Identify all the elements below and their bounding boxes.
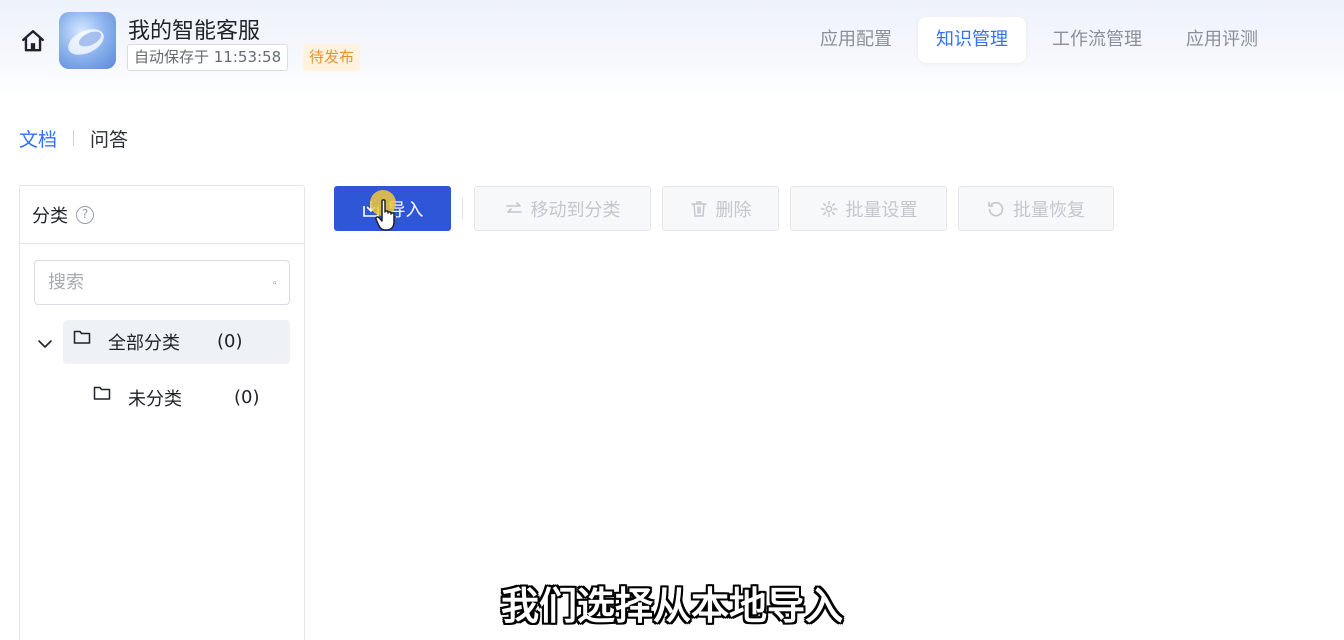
help-icon[interactable]: ? <box>76 205 94 224</box>
home-button[interactable] <box>20 28 46 54</box>
tab-workflow-management[interactable]: 工作流管理 <box>1034 17 1160 63</box>
toolbar-divider <box>462 197 463 220</box>
app-logo <box>59 12 116 69</box>
tree-item-uncategorized[interactable]: 未分类 (0) <box>83 376 290 420</box>
status-badge: 待发布 <box>303 44 361 71</box>
tab-knowledge-management[interactable]: 知识管理 <box>918 17 1026 63</box>
tree-item-count: (0) <box>217 331 243 352</box>
tab-app-evaluation[interactable]: 应用评测 <box>1168 17 1276 63</box>
tree-item-all-categories[interactable]: 全部分类 (0) <box>63 320 290 364</box>
move-to-category-button[interactable]: 移动到分类 <box>474 186 651 231</box>
batch-settings-button[interactable]: 批量设置 <box>790 186 947 231</box>
subtab-documents[interactable]: 文档 <box>19 125 57 152</box>
knowledge-subtabs: 文档 问答 <box>19 124 128 152</box>
autosave-status: 自动保存于 11:53:58 <box>127 44 289 71</box>
import-button[interactable]: 导入 <box>334 186 451 231</box>
category-panel-title: 分类 <box>32 205 68 227</box>
batch-settings-label: 批量设置 <box>845 199 918 221</box>
delete-button[interactable]: 删除 <box>662 186 779 231</box>
gear-icon <box>820 200 837 217</box>
folder-icon <box>73 330 91 344</box>
batch-restore-button[interactable]: 批量恢复 <box>958 186 1114 231</box>
move-to-category-label: 移动到分类 <box>530 199 621 221</box>
import-button-label: 导入 <box>387 199 424 221</box>
subtab-divider <box>73 130 75 146</box>
category-search-input[interactable] <box>35 272 273 293</box>
import-icon <box>362 200 379 217</box>
trash-icon <box>690 200 707 217</box>
chevron-down-icon[interactable] <box>36 335 54 353</box>
delete-button-label: 删除 <box>715 199 752 221</box>
document-toolbar: 导入 移动到分类 删除 批量设置 批量恢复 <box>334 186 1125 231</box>
home-icon <box>22 30 44 52</box>
app-title: 我的智能客服 <box>128 19 261 44</box>
subtab-qa[interactable]: 问答 <box>90 125 128 152</box>
batch-restore-label: 批量恢复 <box>1013 199 1085 221</box>
tree-item-count: (0) <box>234 387 260 408</box>
tab-app-config[interactable]: 应用配置 <box>802 17 910 63</box>
tree-item-label: 全部分类 <box>108 333 180 354</box>
top-bar: 我的智能客服 自动保存于 11:53:58 待发布 应用配置 知识管理 工作流管… <box>0 0 1344 100</box>
category-panel-header: 分类 ? <box>20 186 304 244</box>
category-search <box>34 260 290 305</box>
folder-icon <box>93 386 111 400</box>
search-icon[interactable] <box>273 271 277 295</box>
swap-icon <box>505 201 522 213</box>
category-panel: 分类 ? 全部分类 (0) 未分类 (0) <box>19 185 305 640</box>
video-caption: 我们选择从本地导入 <box>500 584 843 628</box>
tree-item-label: 未分类 <box>128 389 182 410</box>
restore-icon <box>988 201 1004 216</box>
top-nav-tabs: 应用配置 知识管理 工作流管理 应用评测 <box>802 17 1284 63</box>
